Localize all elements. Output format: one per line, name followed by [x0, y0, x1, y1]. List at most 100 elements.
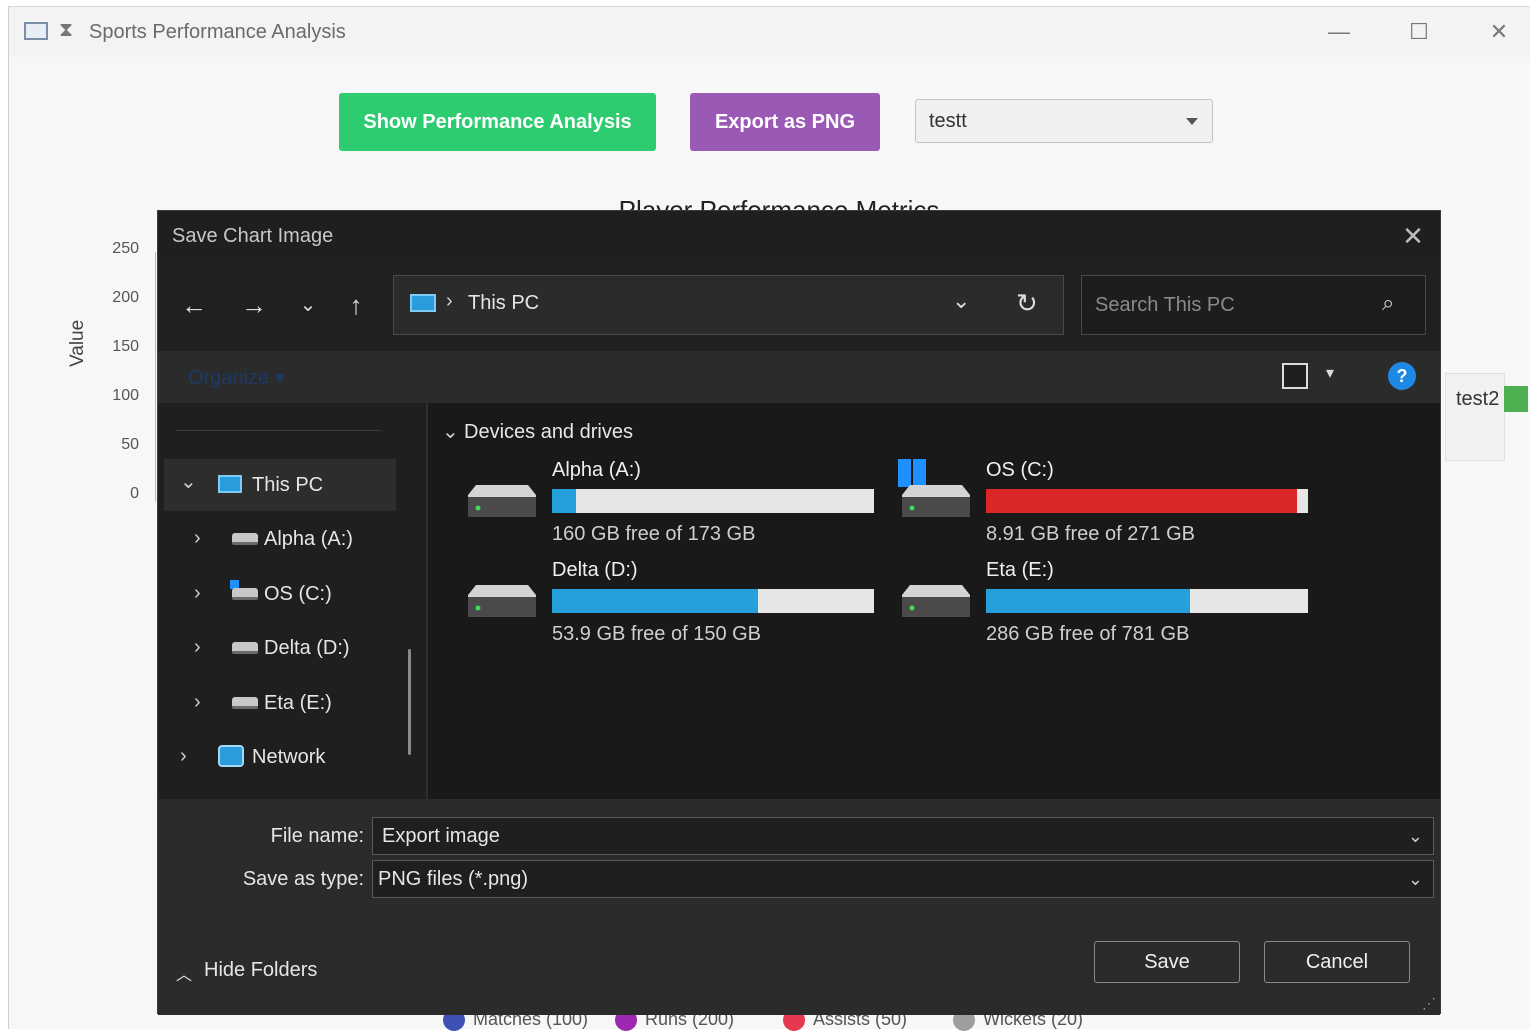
- nav-scrollbar[interactable]: [408, 649, 411, 755]
- player-select[interactable]: testt: [915, 99, 1213, 143]
- expand-chevron-icon[interactable]: ⌄: [180, 469, 197, 494]
- drive-usage-bar: [552, 489, 874, 513]
- nav-separator: [176, 430, 381, 431]
- save-dialog: Save Chart Image ✕ ← → ⌄ ↑ › This PC ⌄ ↻…: [157, 210, 1441, 1015]
- drive-name: Eta (E:): [986, 559, 1054, 581]
- chevron-right-icon[interactable]: ›: [194, 582, 201, 605]
- y-tick: 50: [121, 436, 139, 453]
- cancel-button[interactable]: Cancel: [1264, 941, 1410, 983]
- tree-item-os[interactable]: › OS (C:): [164, 568, 396, 620]
- file-name-input[interactable]: Export image ⌄: [372, 817, 1434, 855]
- tree-label: Delta (D:): [264, 637, 350, 659]
- hard-drive-icon: [902, 485, 970, 517]
- dialog-title: Save Chart Image: [172, 225, 334, 247]
- navigation-pane: ⌄ This PC › Alpha (A:) › OS (C:) › Delta…: [158, 403, 426, 799]
- drive-icon: [232, 697, 258, 709]
- player-select-value: testt: [929, 110, 967, 132]
- dialog-footer: File name: Export image ⌄ Save as type: …: [158, 799, 1440, 1015]
- hide-folders-button[interactable]: Hide Folders: [204, 959, 317, 982]
- drive-name: OS (C:): [986, 459, 1054, 481]
- chevron-right-icon[interactable]: ›: [180, 745, 187, 768]
- address-dropdown-icon[interactable]: ⌄: [952, 288, 970, 314]
- search-box[interactable]: Search This PC ⌕: [1081, 275, 1426, 335]
- save-type-value: PNG files (*.png): [378, 868, 529, 890]
- view-dropdown-icon[interactable]: ▾: [1326, 363, 1334, 383]
- tree-label: OS (C:): [264, 583, 332, 605]
- save-type-select[interactable]: PNG files (*.png) ⌄: [372, 860, 1434, 898]
- title-bar: ⧗ Sports Performance Analysis — ☐ ✕: [9, 7, 1530, 57]
- save-button[interactable]: Save: [1094, 941, 1240, 983]
- chevron-down-icon: [1186, 118, 1198, 125]
- drive-icon: [232, 533, 258, 545]
- app-icon: [24, 22, 48, 40]
- refresh-icon[interactable]: ↻: [1016, 288, 1038, 319]
- drive-name: Delta (D:): [552, 559, 638, 581]
- tree-label: Network: [252, 746, 326, 768]
- tree-item-this-pc[interactable]: ⌄ This PC: [164, 459, 396, 511]
- chevron-down-icon[interactable]: ⌄: [1408, 861, 1423, 897]
- address-bar[interactable]: › This PC ⌄ ↻: [393, 275, 1064, 335]
- drive-icon: [232, 642, 258, 654]
- resize-grip-icon[interactable]: ⋰: [1422, 995, 1436, 1012]
- hourglass-icon: ⧗: [59, 19, 74, 41]
- up-arrow-icon[interactable]: ↑: [336, 285, 376, 325]
- y-tick: 100: [112, 387, 139, 404]
- breadcrumb-separator: ›: [446, 290, 453, 312]
- dialog-close-button[interactable]: ✕: [1396, 219, 1430, 253]
- network-icon: [218, 745, 244, 767]
- file-list-pane: ⌄ Devices and drives Alpha (A:) 160 GB f…: [428, 403, 1440, 799]
- y-tick: 150: [112, 338, 139, 355]
- drive-icon: [232, 588, 258, 600]
- export-png-button[interactable]: Export as PNG: [690, 93, 880, 151]
- computer-icon: [410, 294, 436, 312]
- y-tick: 250: [112, 240, 139, 257]
- tree-item-eta[interactable]: › Eta (E:): [164, 677, 396, 729]
- tree-item-alpha[interactable]: › Alpha (A:): [164, 513, 396, 565]
- view-options-icon[interactable]: [1282, 363, 1308, 389]
- navigation-bar: ← → ⌄ ↑ › This PC ⌄ ↻ Search This PC ⌕: [158, 263, 1440, 351]
- drive-usage-bar: [552, 589, 874, 613]
- section-header: Devices and drives: [464, 421, 633, 443]
- organize-menu[interactable]: Organize ▾: [188, 365, 285, 390]
- y-tick: 200: [112, 289, 139, 306]
- drive-space-info: 160 GB free of 173 GB: [552, 523, 756, 545]
- drive-tile-alpha[interactable]: Alpha (A:) 160 GB free of 173 GB: [464, 459, 884, 549]
- drive-space-info: 8.91 GB free of 271 GB: [986, 523, 1196, 545]
- tree-item-delta[interactable]: › Delta (D:): [164, 622, 396, 674]
- help-button[interactable]: ?: [1388, 362, 1416, 390]
- hard-drive-icon: [468, 585, 536, 617]
- hard-drive-icon: [902, 585, 970, 617]
- forward-arrow-icon[interactable]: →: [234, 285, 274, 325]
- close-button[interactable]: ✕: [1479, 17, 1519, 47]
- file-name-label: File name:: [270, 825, 364, 847]
- drive-usage-fill: [986, 589, 1191, 613]
- maximize-button[interactable]: ☐: [1399, 17, 1439, 47]
- collapse-chevron-icon[interactable]: ⌄: [442, 419, 459, 444]
- drive-tile-os[interactable]: OS (C:) 8.91 GB free of 271 GB: [898, 459, 1318, 549]
- search-placeholder: Search This PC: [1095, 294, 1235, 316]
- drive-tile-eta[interactable]: Eta (E:) 286 GB free of 781 GB: [898, 559, 1318, 649]
- show-performance-analysis-button[interactable]: Show Performance Analysis: [339, 93, 656, 151]
- drive-space-info: 286 GB free of 781 GB: [986, 623, 1190, 645]
- y-tick: 0: [130, 485, 139, 502]
- drive-space-info: 53.9 GB free of 150 GB: [552, 623, 762, 645]
- legend-label: test2: [1456, 388, 1500, 410]
- hard-drive-icon: [468, 485, 536, 517]
- recent-locations-chevron-icon[interactable]: ⌄: [288, 285, 328, 325]
- computer-icon: [218, 475, 242, 493]
- chevron-right-icon[interactable]: ›: [194, 691, 201, 714]
- tree-item-network[interactable]: › Network: [164, 731, 396, 783]
- chevron-up-icon[interactable]: ︿: [176, 961, 192, 985]
- minimize-button[interactable]: —: [1319, 17, 1359, 47]
- window-title: Sports Performance Analysis: [89, 21, 346, 43]
- drive-usage-bar: [986, 589, 1308, 613]
- save-type-label: Save as type:: [242, 868, 364, 890]
- chevron-down-icon[interactable]: ⌄: [1408, 818, 1423, 854]
- drive-usage-bar: [986, 489, 1308, 513]
- drive-tile-delta[interactable]: Delta (D:) 53.9 GB free of 150 GB: [464, 559, 884, 649]
- chevron-right-icon[interactable]: ›: [194, 636, 201, 659]
- drive-name: Alpha (A:): [552, 459, 641, 481]
- breadcrumb-this-pc[interactable]: This PC: [468, 292, 539, 315]
- chevron-right-icon[interactable]: ›: [194, 527, 201, 550]
- back-arrow-icon[interactable]: ←: [174, 285, 214, 325]
